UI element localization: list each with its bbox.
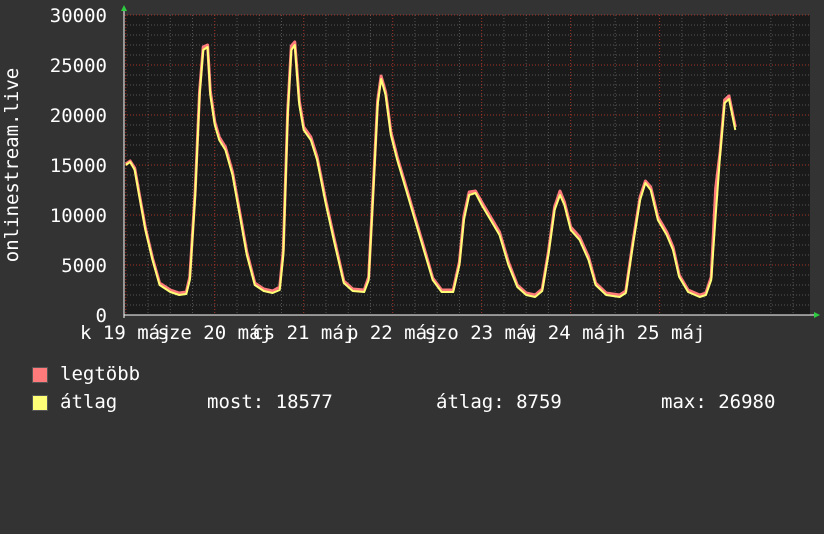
x-tick-label: szo 23 máj (424, 322, 538, 344)
y-tick-label: 5000 (61, 255, 107, 277)
legend-row-max: legtöbb (32, 362, 812, 386)
x-tick-label: h 25 máj (614, 322, 706, 344)
legend-label-avg: átlag (60, 391, 118, 413)
y-axis-title: onlinestream.live (1, 68, 23, 262)
legend-swatch-max (32, 367, 48, 383)
y-tick-label: 10000 (50, 205, 107, 227)
y-tick-label: 25000 (50, 55, 107, 77)
y-tick-label: 15000 (50, 155, 107, 177)
y-tick-label: 20000 (50, 105, 107, 127)
x-tick-label: cs 21 máj (252, 322, 355, 344)
x-tick-label: v 24 máj (525, 322, 617, 344)
stat-average: átlag: 8759 (436, 391, 562, 413)
y-axis-arrow-icon (121, 5, 127, 11)
y-tick-label: 30000 (50, 5, 107, 27)
stat-current: most: 18577 (207, 391, 333, 413)
stat-maximum: max: 26980 (661, 391, 776, 413)
x-axis-arrow-icon (814, 312, 820, 318)
legend-row-avg: átlag most: 18577 átlag: 8759 max: 26980 (32, 390, 812, 414)
legend-swatch-avg (32, 395, 48, 411)
legend-label-max: legtöbb (60, 363, 141, 385)
